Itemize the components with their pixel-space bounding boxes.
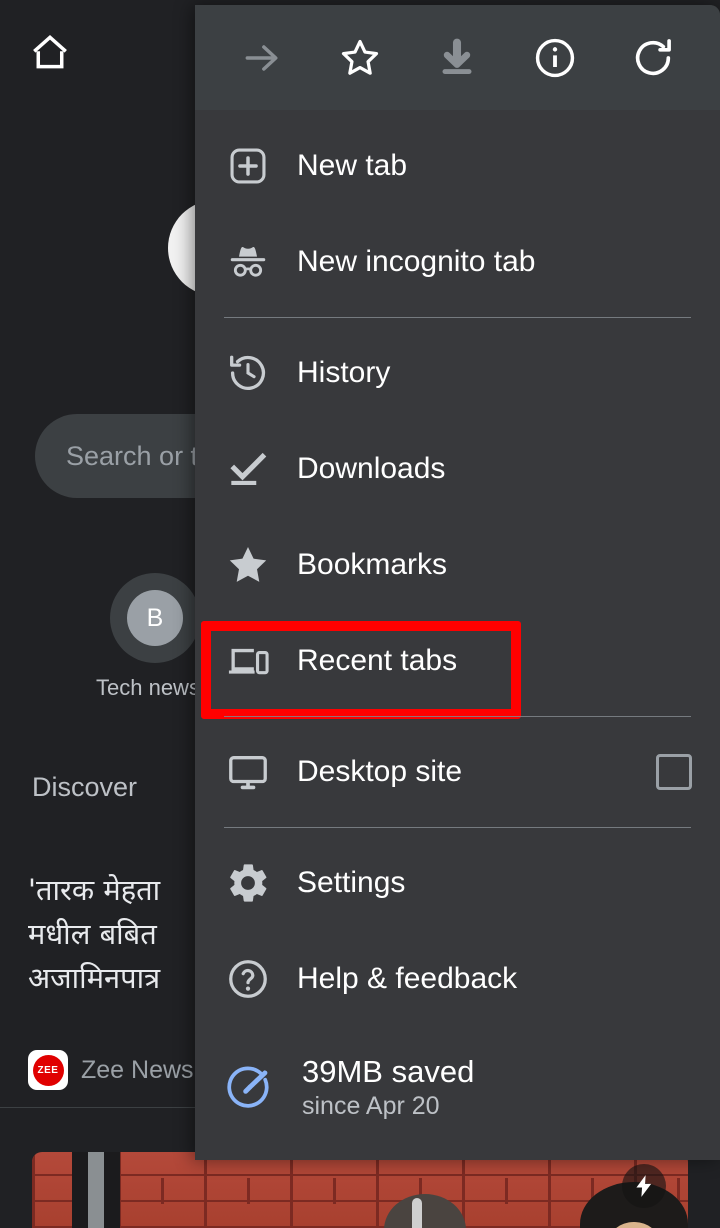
desktop-monitor-icon: [224, 748, 272, 796]
zee-logo-text: ZEE: [32, 1054, 64, 1086]
data-saver-title: 39MB saved: [302, 1053, 475, 1089]
menu-item-downloads[interactable]: Downloads: [195, 421, 720, 517]
menu-item-label: History: [297, 356, 391, 389]
star-filled-icon: [224, 541, 272, 589]
recent-tabs-devices-icon: [224, 637, 272, 685]
menu-item-label: Bookmarks: [297, 548, 448, 581]
menu-item-new-tab[interactable]: New tab: [195, 118, 720, 214]
discover-heading: Discover: [32, 772, 138, 802]
menu-item-recent-tabs[interactable]: Recent tabs: [195, 613, 720, 709]
article-publisher: ZEE Zee News: [28, 1050, 194, 1090]
lightning-bolt-icon: [622, 1164, 666, 1208]
menu-item-bookmarks[interactable]: Bookmarks: [195, 517, 720, 613]
speedometer-icon: [224, 1061, 276, 1113]
menu-item-label: Downloads: [297, 452, 446, 485]
menu-quick-actions-toolbar: [195, 5, 720, 110]
new-tab-plus-icon: [224, 142, 272, 190]
shortcut-tile[interactable]: B: [110, 573, 200, 663]
menu-item-help-feedback[interactable]: Help & feedback: [195, 931, 720, 1027]
menu-item-recent-tabs-wrapper: Recent tabs: [195, 613, 720, 719]
menu-item-label: Help & feedback: [297, 962, 518, 995]
menu-item-label: Recent tabs: [297, 644, 458, 677]
chrome-main-menu: New tab New incognito tab History Downlo…: [195, 5, 720, 1160]
menu-item-data-saver[interactable]: 39MB saved since Apr 20: [195, 1027, 720, 1147]
incognito-icon: [224, 238, 272, 286]
menu-item-list: New tab New incognito tab History Downlo…: [195, 110, 720, 1147]
page-info-icon[interactable]: [524, 27, 586, 89]
downloads-check-icon: [224, 445, 272, 493]
gear-icon: [224, 859, 272, 907]
data-saver-text: 39MB saved since Apr 20: [302, 1054, 474, 1121]
zee-news-logo-icon: ZEE: [28, 1050, 68, 1090]
menu-item-label: New incognito tab: [297, 245, 536, 278]
menu-item-desktop-site[interactable]: Desktop site: [195, 724, 720, 820]
publisher-name: Zee News: [81, 1055, 194, 1084]
shortcut-tile-letter: B: [127, 590, 183, 646]
bookmark-star-icon[interactable]: [329, 27, 391, 89]
menu-divider: [224, 827, 691, 828]
menu-divider: [224, 716, 691, 717]
history-clock-icon: [224, 349, 272, 397]
menu-item-new-incognito-tab[interactable]: New incognito tab: [195, 214, 720, 310]
menu-item-settings[interactable]: Settings: [195, 835, 720, 931]
article-image-pole: [88, 1152, 104, 1228]
download-icon[interactable]: [426, 27, 488, 89]
forward-icon[interactable]: [231, 27, 293, 89]
menu-item-history[interactable]: History: [195, 325, 720, 421]
desktop-site-checkbox[interactable]: [656, 754, 692, 790]
menu-item-label: Desktop site: [297, 755, 463, 788]
home-icon[interactable]: [28, 30, 72, 74]
menu-divider: [224, 317, 691, 318]
menu-item-label: Settings: [297, 866, 406, 899]
reload-icon[interactable]: [622, 27, 684, 89]
help-question-icon: [224, 955, 272, 1003]
menu-item-label: New tab: [297, 149, 408, 182]
article-image[interactable]: [32, 1152, 688, 1228]
data-saver-subtitle: since Apr 20: [302, 1091, 440, 1120]
